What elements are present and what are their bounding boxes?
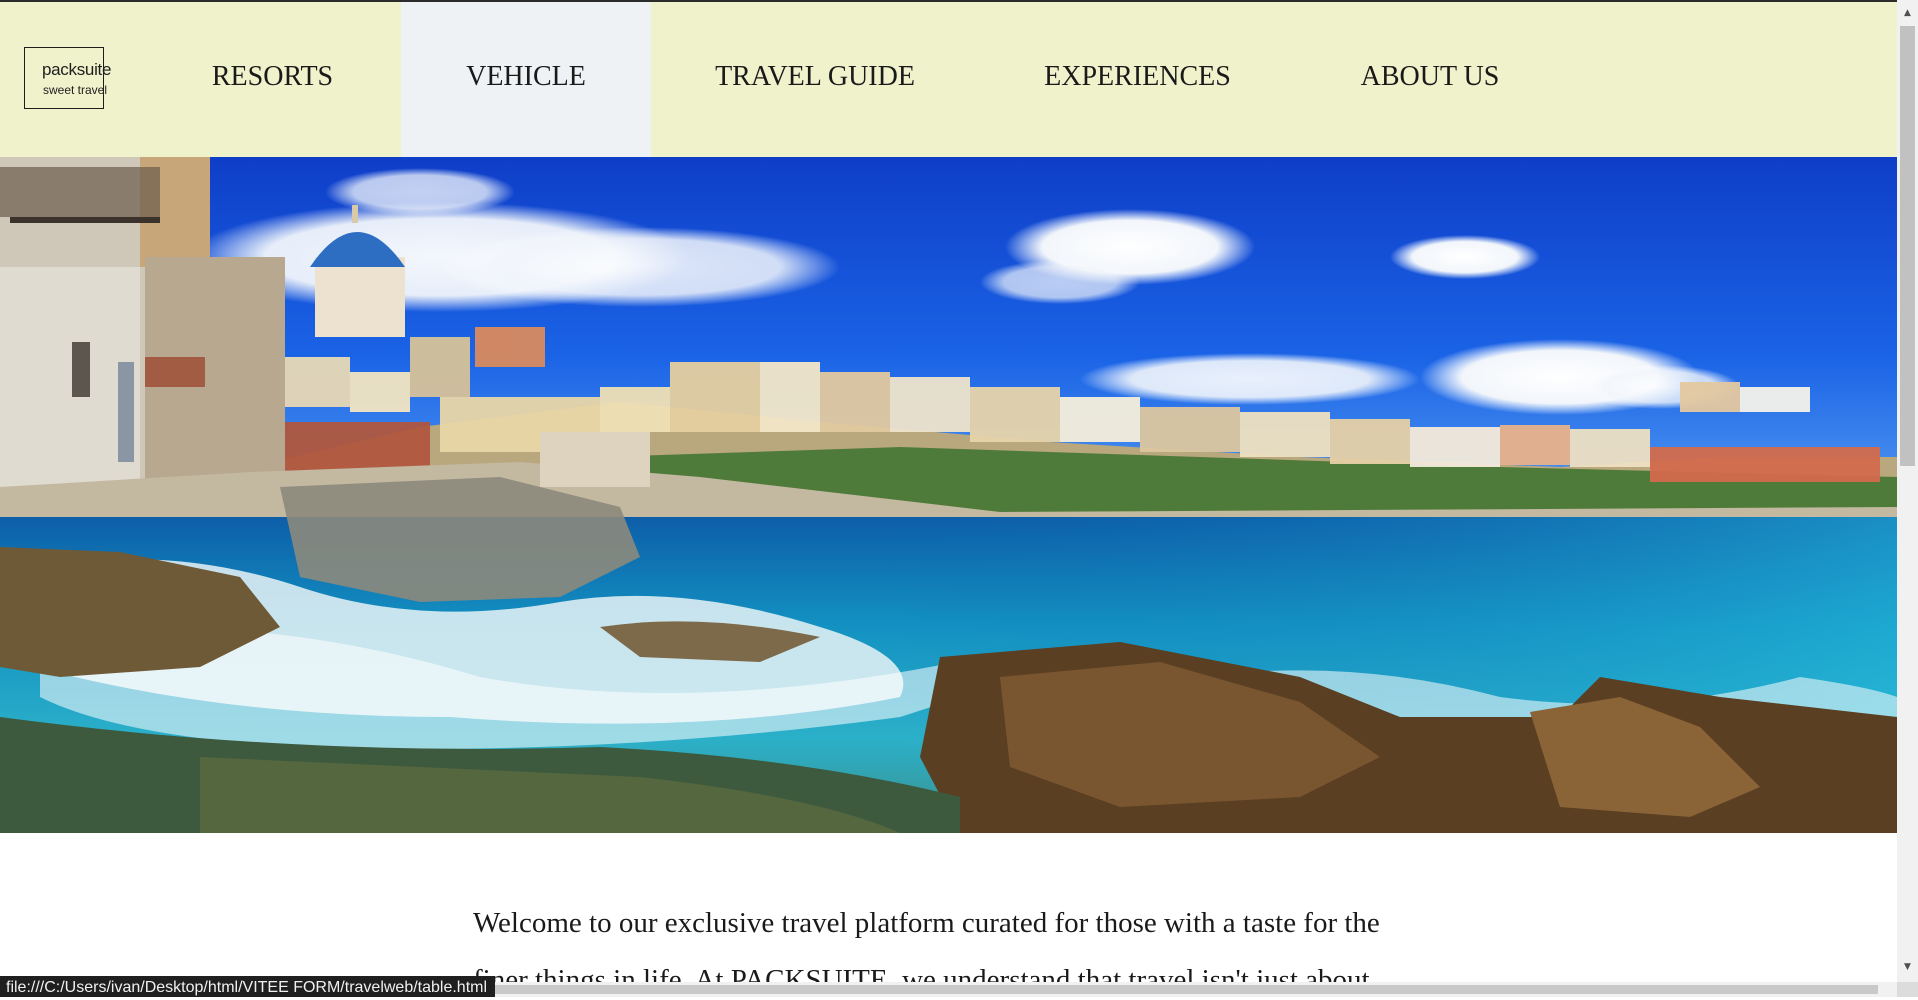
nav-item-vehicle[interactable]: VEHICLE [401,2,651,157]
logo-tagline: sweet travel [43,83,108,97]
scroll-down-arrow-icon[interactable]: ▼ [1897,958,1918,976]
intro-paragraph: Welcome to our exclusive travel platform… [473,895,1453,982]
nav-item-experiences[interactable]: EXPERIENCES [1010,2,1265,157]
page-viewport: packsuite sweet travel RESORTS VEHICLE T… [0,0,1897,982]
hero-image [0,157,1897,833]
vertical-scrollbar[interactable]: ▲ ▼ [1897,0,1918,997]
logo-name: packsuite [42,60,112,79]
intro-line-2: finer things in life. At PACKSUITE, we u… [473,964,1370,982]
scrollbar-corner [1897,982,1918,997]
intro-line-1: Welcome to our exclusive travel platform… [473,907,1380,939]
nav-item-resorts[interactable]: RESORTS [165,2,380,157]
nav-item-about-us[interactable]: ABOUT US [1320,2,1540,157]
main-navigation: packsuite sweet travel RESORTS VEHICLE T… [0,2,1897,157]
packsuite-logo[interactable]: packsuite sweet travel [24,47,111,109]
nav-item-travel-guide[interactable]: TRAVEL GUIDE [690,2,940,157]
scroll-up-arrow-icon[interactable]: ▲ [1897,4,1918,22]
coastal-town-photo [0,157,1897,833]
vertical-scroll-thumb[interactable] [1900,26,1915,466]
status-bar-url: file:///C:/Users/ivan/Desktop/html/VITEE… [0,976,496,997]
